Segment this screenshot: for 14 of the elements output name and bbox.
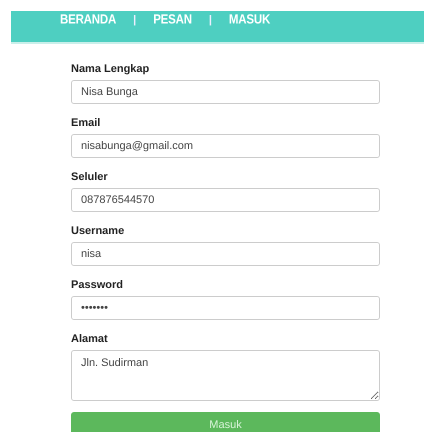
- input-field[interactable]: Nisa Bunga: [71, 80, 380, 104]
- address-field[interactable]: Jln. Sudirman: [71, 350, 380, 401]
- input-field[interactable]: •••••••: [71, 296, 380, 320]
- field-label: Seluler: [71, 171, 109, 184]
- field-label: Password: [71, 279, 124, 292]
- field-label: Username: [71, 225, 126, 238]
- field-label: Email: [71, 117, 102, 130]
- field-label: Nama Lengkap: [71, 63, 150, 76]
- field-label: Alamat: [71, 333, 109, 346]
- input-field[interactable]: nisabunga@gmail.com: [71, 134, 380, 158]
- nav-separator: |: [133, 14, 136, 26]
- input-field[interactable]: nisa: [71, 242, 380, 266]
- nav-separator: |: [208, 14, 212, 26]
- input-field[interactable]: 087876544570: [71, 188, 380, 212]
